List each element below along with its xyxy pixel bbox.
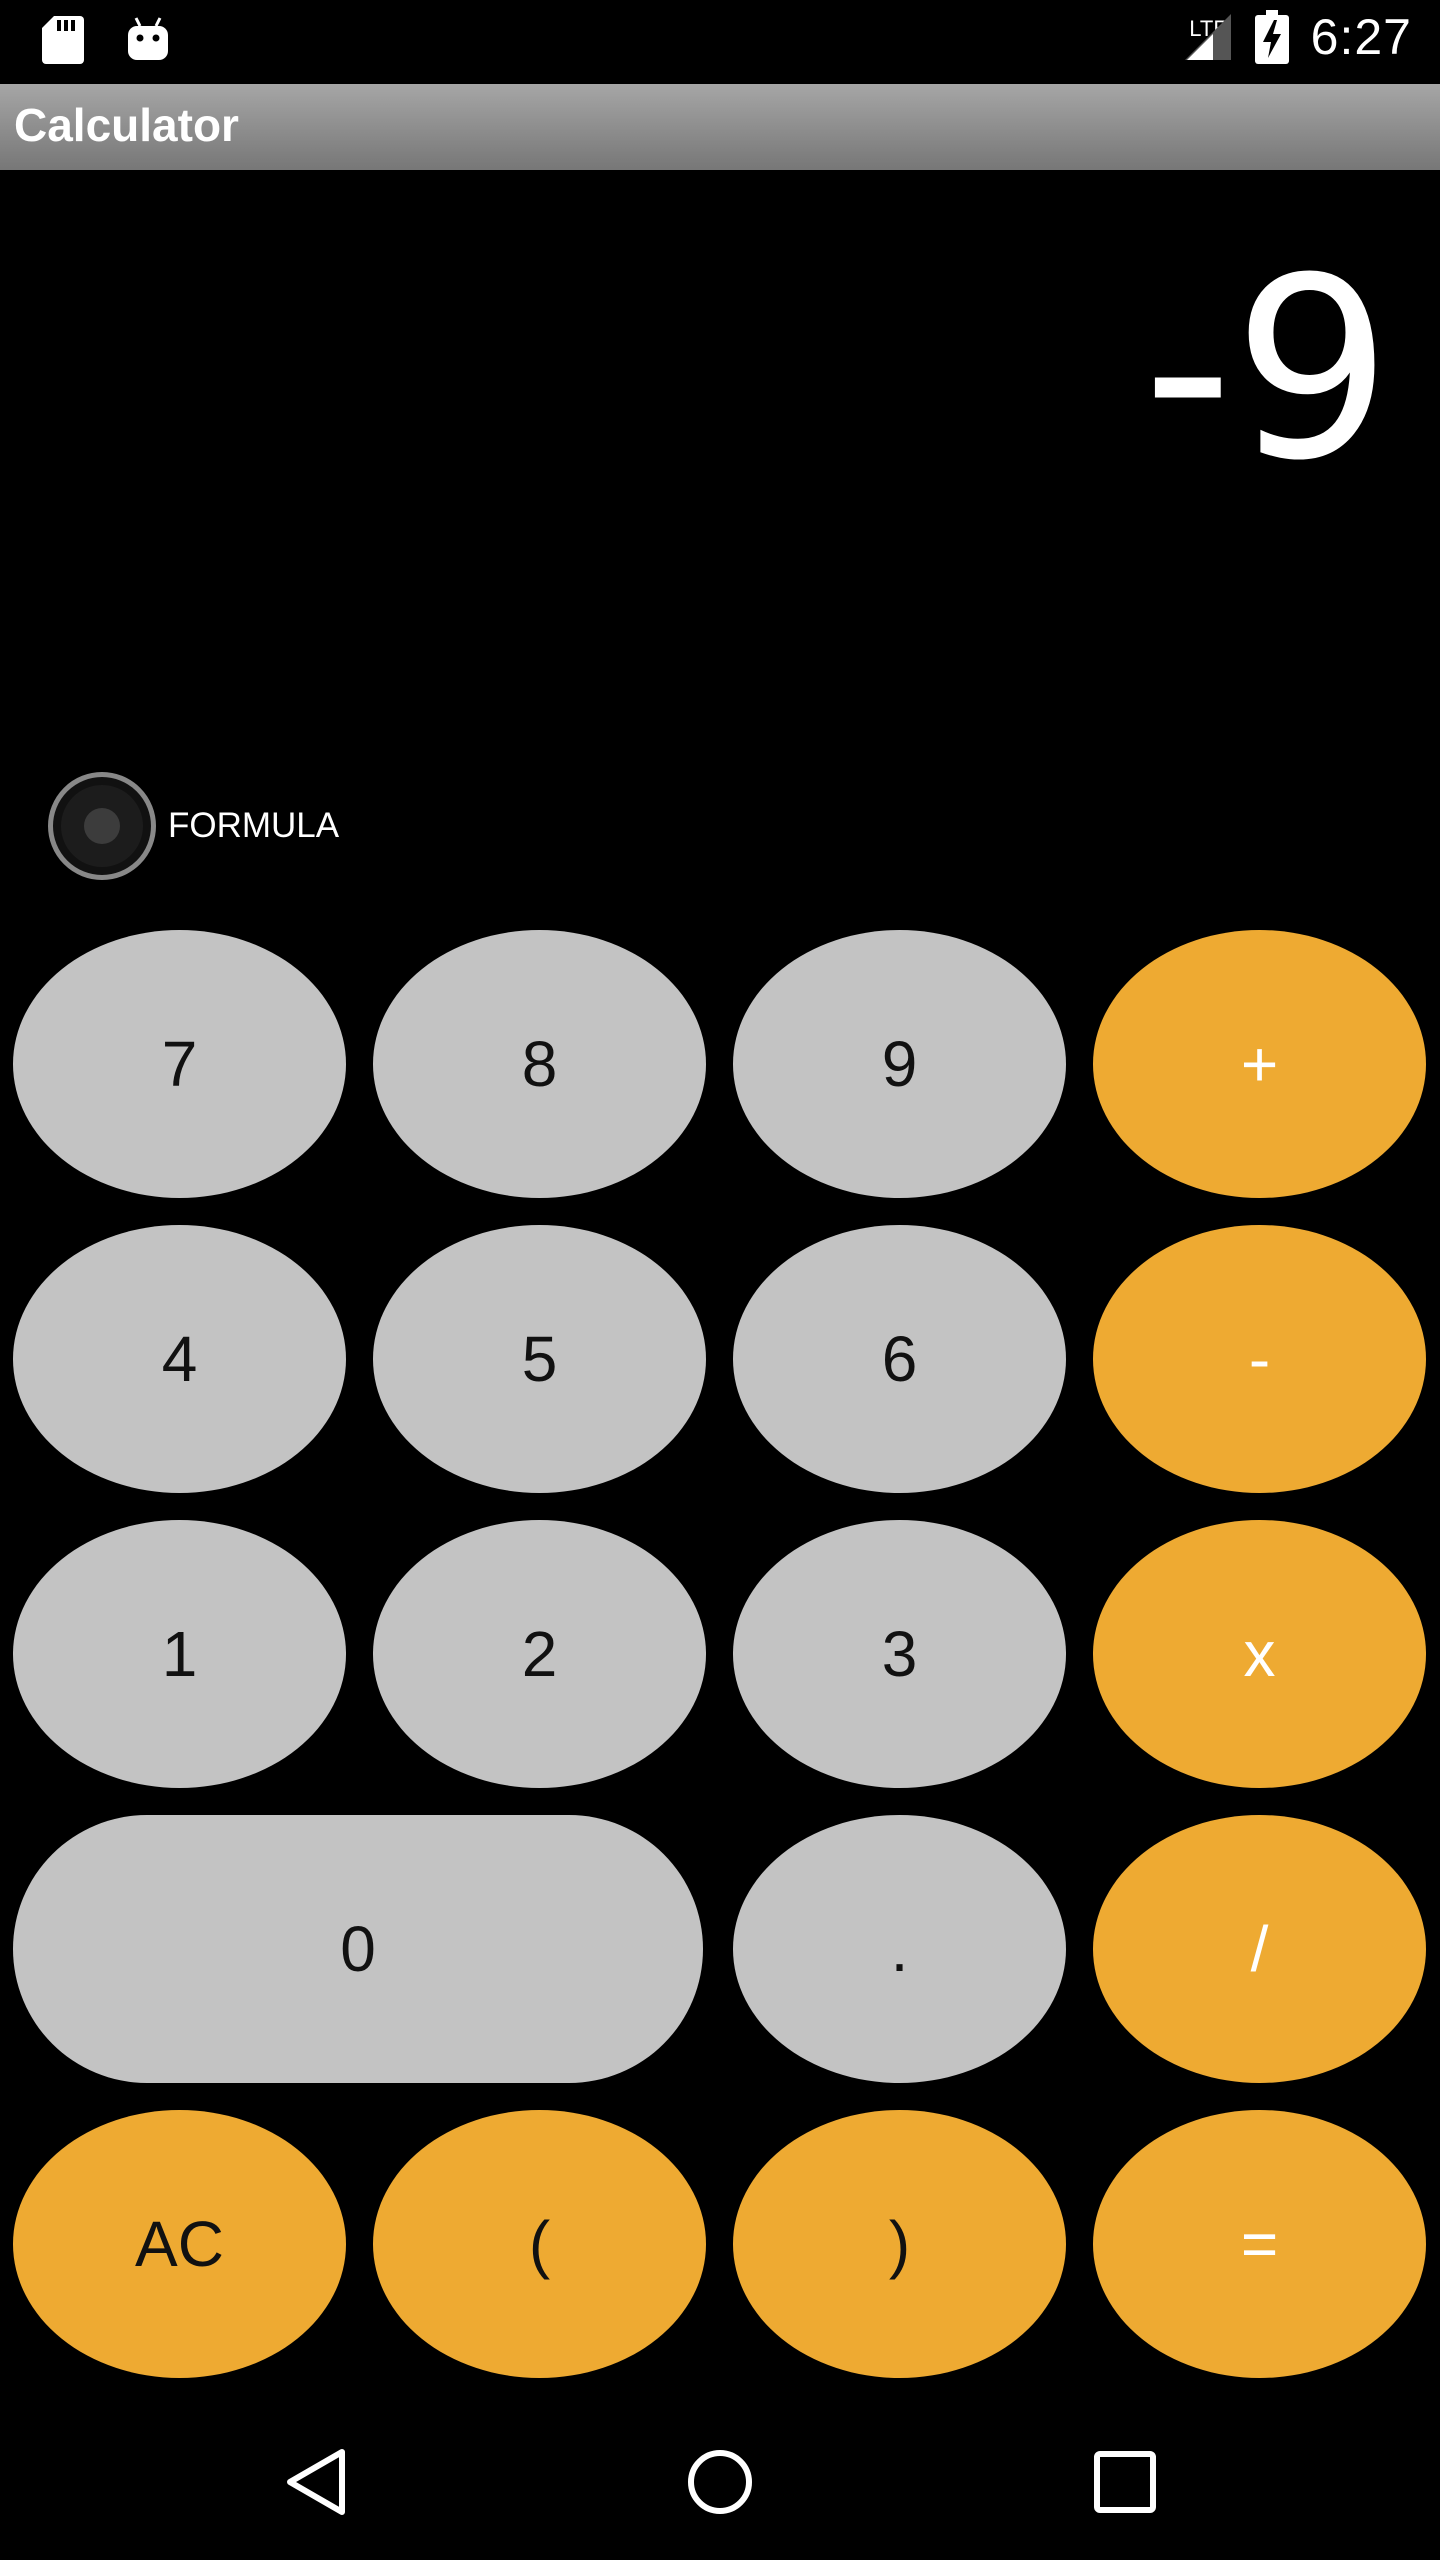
key-3[interactable]: 3 bbox=[733, 1520, 1066, 1788]
key-divide[interactable]: / bbox=[1093, 1815, 1426, 2083]
app-bar: Calculator bbox=[0, 84, 1440, 170]
formula-label: FORMULA bbox=[168, 806, 340, 845]
key-5[interactable]: 5 bbox=[373, 1225, 706, 1493]
back-icon[interactable] bbox=[276, 2442, 356, 2522]
key-1[interactable]: 1 bbox=[13, 1520, 346, 1788]
recents-icon[interactable] bbox=[1085, 2442, 1165, 2522]
radio-dot bbox=[84, 808, 120, 844]
app-title: Calculator bbox=[14, 99, 239, 151]
key-multiply[interactable]: x bbox=[1093, 1520, 1426, 1788]
android-debug-icon bbox=[128, 17, 168, 60]
navigation-bar bbox=[0, 2400, 1440, 2560]
key-0[interactable]: 0 bbox=[13, 1815, 703, 2083]
calculator-screen: LTE 6:27 Calculator -9 FORMULA 7 8 9 + 4… bbox=[0, 0, 1440, 2560]
key-7[interactable]: 7 bbox=[13, 930, 346, 1198]
key-4[interactable]: 4 bbox=[13, 1225, 346, 1493]
key-open-paren[interactable]: ( bbox=[373, 2110, 706, 2378]
key-equals[interactable]: = bbox=[1093, 2110, 1426, 2378]
status-bar: LTE 6:27 bbox=[0, 0, 1440, 84]
key-clear[interactable]: AC bbox=[13, 2110, 346, 2378]
key-6[interactable]: 6 bbox=[733, 1225, 1066, 1493]
status-time: 6:27 bbox=[1310, 9, 1412, 65]
sd-card-icon bbox=[42, 16, 84, 64]
result-display: -9 bbox=[1142, 224, 1392, 515]
key-8[interactable]: 8 bbox=[373, 930, 706, 1198]
key-decimal[interactable]: . bbox=[733, 1815, 1066, 2083]
home-icon[interactable] bbox=[680, 2442, 760, 2522]
battery-charging-icon bbox=[1254, 10, 1289, 64]
key-plus[interactable]: + bbox=[1093, 930, 1426, 1198]
cell-signal-icon bbox=[1184, 14, 1231, 60]
key-close-paren[interactable]: ) bbox=[733, 2110, 1066, 2378]
formula-radio[interactable] bbox=[48, 772, 156, 880]
formula-toggle[interactable]: FORMULA bbox=[48, 772, 339, 880]
key-minus[interactable]: - bbox=[1093, 1225, 1426, 1493]
key-9[interactable]: 9 bbox=[733, 930, 1066, 1198]
key-2[interactable]: 2 bbox=[373, 1520, 706, 1788]
